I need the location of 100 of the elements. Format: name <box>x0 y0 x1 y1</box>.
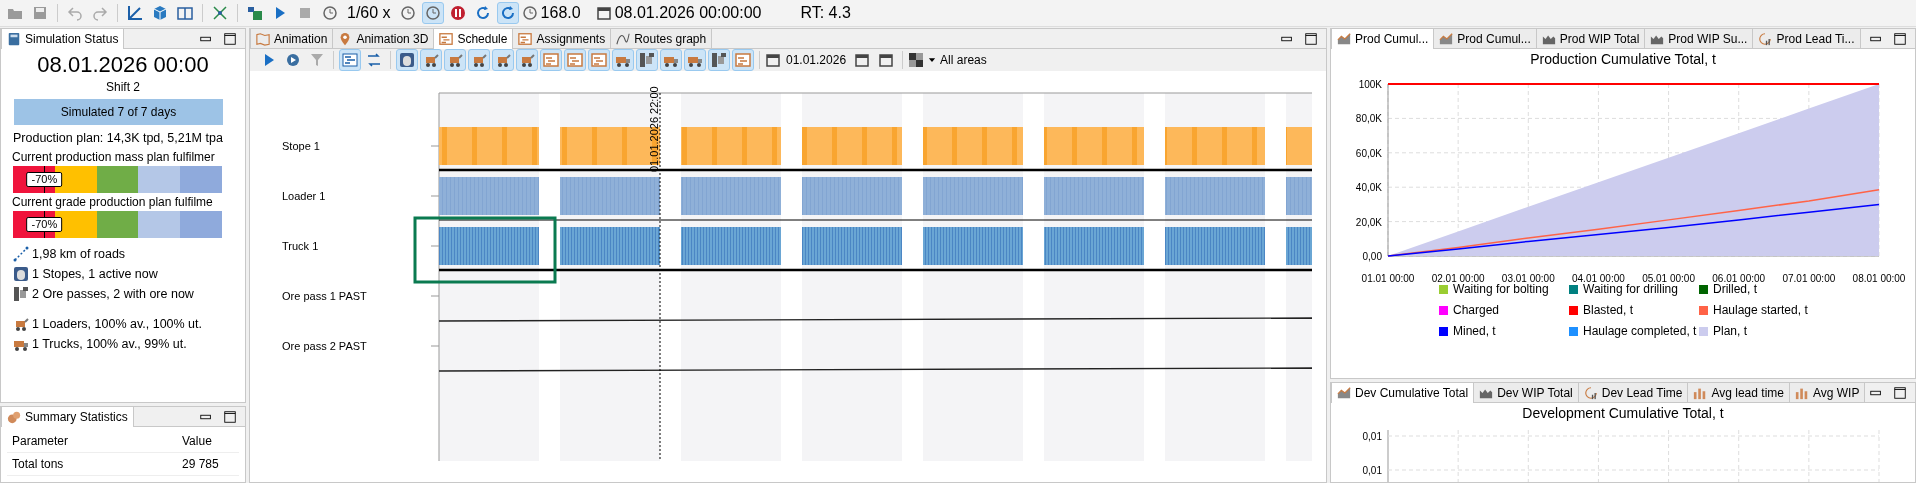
schedule-filter-button[interactable] <box>732 49 754 71</box>
legend-label: Mined, t <box>1453 323 1496 340</box>
x-tick-label: 02.01 00:00 <box>1431 273 1485 284</box>
fact-text: 2 Ore passes, 2 with ore now <box>32 286 194 303</box>
maximize-icon[interactable] <box>1893 31 1907 46</box>
column-header: Parameter <box>7 430 177 453</box>
tab[interactable]: Avg WIP <box>1789 383 1866 402</box>
row-label: Ore pass 2 PAST <box>282 340 367 352</box>
schedule-filter-button[interactable] <box>564 49 586 71</box>
plan-text: Production plan: 14,3K tpd, 5,21M tpa <box>13 130 224 147</box>
loader-filter-button[interactable] <box>444 49 466 71</box>
truck-filter-button[interactable] <box>660 49 682 71</box>
tab[interactable]: Animation <box>250 29 334 48</box>
tab[interactable]: Avg lead time <box>1687 383 1790 402</box>
fast-forward-icon <box>424 5 441 21</box>
calendar-icon[interactable] <box>765 52 781 68</box>
table-cell: 29 785 <box>177 452 239 476</box>
tab[interactable]: Dev Lead Time <box>1577 383 1689 402</box>
loader-filter-button[interactable] <box>420 49 442 71</box>
y-tick-label: 60,0K <box>1355 147 1382 159</box>
area-dropdown[interactable]: All areas <box>926 49 988 71</box>
chart-title: Production Cumulative Total, t <box>1529 50 1717 69</box>
tab[interactable]: Dev Cumulative Total <box>1331 383 1475 403</box>
legend-label: Waiting for bolting <box>1453 282 1549 298</box>
tab[interactable]: Prod Cumul... <box>1331 29 1435 49</box>
schedule-filter-button[interactable] <box>588 49 610 71</box>
tab[interactable]: Prod Lead Ti... <box>1752 29 1861 48</box>
loader-filter-icon <box>423 52 439 68</box>
y-tick-label: 40,0K <box>1355 182 1382 194</box>
3d-view-icon <box>152 5 168 21</box>
loader-icon <box>13 316 29 332</box>
schedule-filter-icon <box>567 52 583 68</box>
tab[interactable]: Summary Statistics <box>1 407 134 427</box>
truck-filter-button[interactable] <box>612 49 634 71</box>
pause-icon <box>449 5 466 21</box>
ore-pass-filter-button[interactable] <box>636 49 658 71</box>
row-label: Stope 1 <box>282 140 320 152</box>
book-icon <box>177 5 193 21</box>
clock-icon <box>322 5 338 21</box>
gantt-view-button[interactable] <box>339 49 361 71</box>
column-header: Value <box>177 430 239 453</box>
legend-label: Charged <box>1453 302 1500 319</box>
calendar-icon <box>854 52 871 68</box>
tab[interactable]: Animation 3D <box>332 29 435 48</box>
loader-filter-button[interactable] <box>492 49 514 71</box>
legend-label: Haulage started, t <box>1713 302 1808 319</box>
stope-filter-icon <box>399 52 415 68</box>
ore-pass-filter-icon <box>639 52 655 68</box>
loader-filter-button[interactable] <box>516 49 538 71</box>
x-tick-label: 01.01 00:00 <box>1361 273 1415 284</box>
schedule-filter-button[interactable] <box>540 49 562 71</box>
save-icon <box>32 5 48 21</box>
gauge-label: Current production mass plan fulfilmer <box>12 149 216 166</box>
maximize-icon[interactable] <box>1304 31 1318 46</box>
tab[interactable]: Routes graph <box>610 29 713 48</box>
stope-activity-bar <box>1286 127 1312 165</box>
tab[interactable]: Prod WIP Su... <box>1644 29 1754 48</box>
tab[interactable]: Dev WIP Total <box>1473 383 1579 402</box>
loader-filter-button[interactable] <box>468 49 490 71</box>
tab[interactable]: Schedule <box>433 29 514 49</box>
gauge-segment <box>96 211 139 238</box>
refresh-icon <box>474 5 491 21</box>
tab[interactable]: Simulation Status <box>1 29 125 49</box>
simulation-date: 08.01.2026 00:00:00 <box>614 3 762 23</box>
ore-pass-icon <box>13 286 29 302</box>
tab[interactable]: Prod WIP Total <box>1535 29 1646 48</box>
tunnel-icon <box>13 266 29 282</box>
auto-refresh-button[interactable] <box>496 2 519 24</box>
schedule-filter-icon <box>543 52 559 68</box>
maximize-icon[interactable] <box>223 409 237 424</box>
chart-icon <box>127 5 143 21</box>
tab[interactable]: Prod Cumul... <box>1433 29 1537 48</box>
maximize-icon[interactable] <box>1893 385 1907 400</box>
gantt-view-icon <box>342 52 358 68</box>
status-datetime: 08.01.2026 00:00 <box>36 52 210 78</box>
y-tick-label: 0,00 <box>1362 251 1382 262</box>
tab-icon <box>1337 32 1351 46</box>
tab-icon <box>518 31 533 46</box>
row-label: Loader 1 <box>282 190 326 202</box>
maximize-icon[interactable] <box>223 31 237 46</box>
ore-pass-filter-icon <box>711 52 727 68</box>
start-date: 01.01.2026 <box>786 52 847 69</box>
tab-icon <box>1758 31 1773 46</box>
tab-icon <box>256 31 270 46</box>
loader-filter-icon <box>447 52 463 68</box>
legend-label: Plan, t <box>1713 323 1748 340</box>
fact-text: 1 Trucks, 100% av., 99% ut. <box>32 336 187 353</box>
clock-icon <box>521 5 538 21</box>
area-icon[interactable] <box>908 52 925 68</box>
loader-filter-icon <box>471 52 487 68</box>
fast-forward-button[interactable] <box>421 2 444 24</box>
stope-filter-button[interactable] <box>396 49 418 71</box>
road-icon <box>13 246 29 262</box>
truck-filter-button[interactable] <box>684 49 706 71</box>
status-icon <box>7 32 21 46</box>
tab[interactable]: Assignments <box>512 29 612 48</box>
filter-icon <box>309 52 325 68</box>
real-time-factor: RT: 4.3 <box>800 3 851 23</box>
ore-pass-filter-button[interactable] <box>708 49 730 71</box>
gauge-label: Current grade production plan fulfilme <box>12 194 214 211</box>
